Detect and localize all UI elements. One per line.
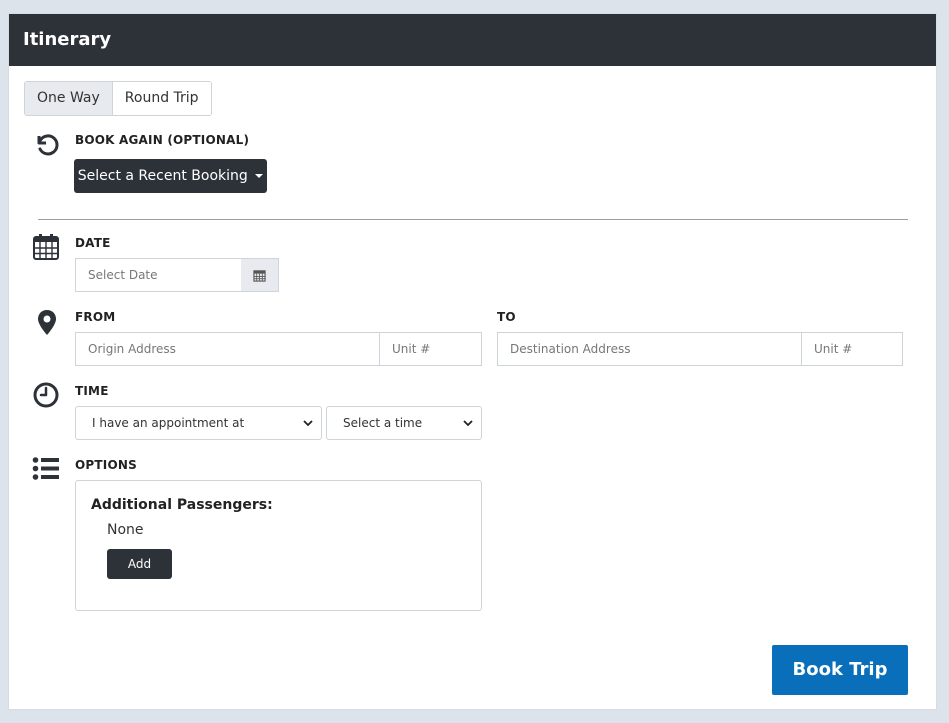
destination-unit-placeholder: Unit # bbox=[814, 342, 853, 356]
destination-address-input[interactable]: Destination Address bbox=[497, 332, 802, 366]
add-passenger-button[interactable]: Add bbox=[107, 549, 172, 579]
destination-address-placeholder: Destination Address bbox=[510, 342, 631, 356]
time-select[interactable]: Select a time bbox=[326, 406, 482, 440]
origin-unit-input[interactable]: Unit # bbox=[379, 332, 482, 366]
section-divider bbox=[38, 219, 908, 220]
time-mode-select[interactable]: I have an appointment at bbox=[75, 406, 322, 440]
origin-address-input[interactable]: Origin Address bbox=[75, 332, 380, 366]
calendar-small-icon bbox=[253, 269, 266, 282]
caret-down-icon bbox=[255, 174, 264, 178]
date-placeholder: Select Date bbox=[88, 268, 158, 282]
one-way-option[interactable]: One Way bbox=[25, 82, 113, 115]
round-trip-option[interactable]: Round Trip bbox=[112, 82, 211, 115]
book-trip-button[interactable]: Book Trip bbox=[772, 645, 908, 695]
from-label: FROM bbox=[75, 310, 116, 324]
map-pin-icon bbox=[38, 310, 56, 335]
chevron-down-icon bbox=[303, 420, 313, 427]
list-icon bbox=[32, 457, 59, 480]
to-label: TO bbox=[497, 310, 516, 324]
options-label: OPTIONS bbox=[75, 458, 137, 472]
itinerary-panel: Itinerary One Way Round Trip BOOK AGAIN … bbox=[8, 13, 937, 710]
passengers-title: Additional Passengers: bbox=[91, 497, 273, 513]
time-label: TIME bbox=[75, 384, 109, 398]
recent-booking-label: Select a Recent Booking bbox=[77, 168, 248, 184]
origin-address-placeholder: Origin Address bbox=[88, 342, 176, 356]
calendar-icon bbox=[33, 234, 59, 260]
panel-title: Itinerary bbox=[9, 14, 936, 66]
book-again-label: BOOK AGAIN (OPTIONAL) bbox=[75, 133, 250, 147]
origin-unit-placeholder: Unit # bbox=[392, 342, 431, 356]
time-value: Select a time bbox=[343, 416, 423, 430]
date-input[interactable]: Select Date bbox=[75, 258, 242, 292]
recent-booking-dropdown[interactable]: Select a Recent Booking bbox=[74, 159, 267, 193]
date-picker-button[interactable] bbox=[241, 258, 279, 292]
date-label: DATE bbox=[75, 236, 111, 250]
trip-type-toggle: One Way Round Trip bbox=[24, 81, 212, 116]
history-icon bbox=[37, 134, 59, 156]
destination-unit-input[interactable]: Unit # bbox=[801, 332, 903, 366]
time-mode-value: I have an appointment at bbox=[92, 416, 245, 430]
passengers-value: None bbox=[107, 522, 144, 538]
clock-icon bbox=[33, 382, 59, 408]
chevron-down-icon bbox=[463, 420, 473, 427]
options-box: Additional Passengers: None Add bbox=[75, 480, 482, 611]
